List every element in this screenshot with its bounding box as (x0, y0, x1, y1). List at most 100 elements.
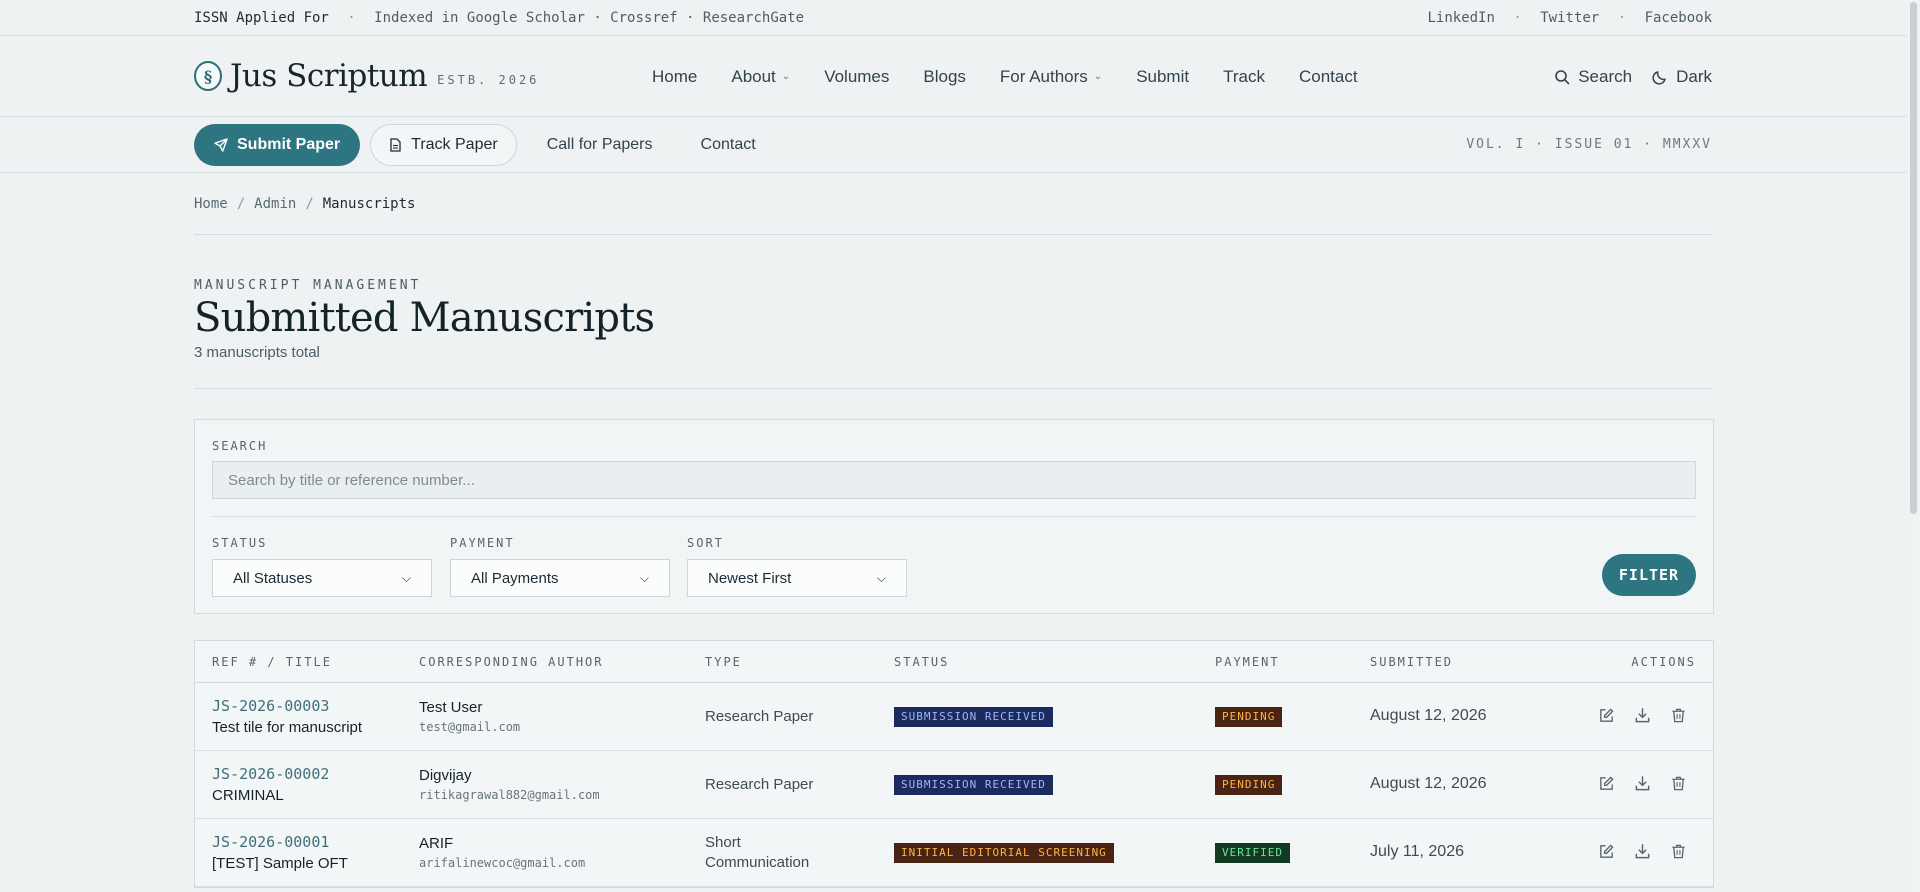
table-row[interactable]: JS-2026-00001 [TEST] Sample OFT ARIF arifal… (195, 819, 1713, 887)
action-bar: Submit Paper Track Paper Call for Papers… (0, 117, 1920, 173)
delete-icon[interactable] (1670, 707, 1689, 726)
payment-select[interactable]: All Payments ⌵ (450, 559, 670, 597)
delete-icon[interactable] (1670, 843, 1689, 862)
track-paper-button[interactable]: Track Paper (370, 123, 517, 166)
search-button[interactable]: Search (1554, 67, 1632, 87)
table-row[interactable]: JS-2026-00002 CRIMINAL Digvijay ritikagrawa… (195, 751, 1713, 819)
submitted-date: July 11, 2026 (1370, 843, 1464, 860)
table-body: JS-2026-00003 Test tile for manuscript Tes… (195, 683, 1713, 887)
chevron-down-icon: ⌵ (401, 570, 411, 585)
logo-name: Jus Scriptum (230, 58, 428, 94)
status-label: STATUS (212, 536, 268, 550)
table-row[interactable]: JS-2026-00003 Test tile for manuscript Tes… (195, 683, 1713, 751)
column-header-submitted: SUBMITTED (1370, 655, 1454, 669)
manuscript-type: Research Paper (705, 708, 814, 725)
chevron-down-icon: ⌵ (876, 570, 886, 585)
row-actions (1598, 843, 1689, 862)
row-actions (1598, 707, 1689, 726)
social-link-linkedin[interactable]: LinkedIn (1427, 10, 1494, 26)
table-header: REF # / TITLE CORRESPONDING AUTHOR TYPE … (195, 641, 1713, 683)
column-header-status: STATUS (894, 655, 950, 669)
status-badge: SUBMISSION RECEIVED (894, 775, 1053, 795)
nav-item-home[interactable]: Home (652, 67, 697, 87)
column-header-ref: REF # / TITLE (212, 655, 332, 669)
author-name: Digvijay (419, 767, 472, 784)
submitted-date: August 12, 2026 (1370, 707, 1487, 724)
breadcrumb: Home / Admin / Manuscripts (194, 173, 1712, 235)
nav-item-submit[interactable]: Submit (1136, 67, 1189, 87)
manuscript-ref[interactable]: JS-2026-00001 (212, 833, 329, 851)
indexed-text: Indexed in Google Scholar · Crossref · R… (374, 9, 805, 26)
nav-item-for-authors[interactable]: For Authors ⌄ (1000, 67, 1102, 87)
page-scrollbar[interactable] (1907, 0, 1920, 892)
author-name: Test User (419, 699, 483, 716)
download-icon[interactable] (1634, 843, 1653, 862)
chevron-down-icon: ⌵ (639, 570, 649, 585)
breadcrumb-home[interactable]: Home (194, 196, 228, 212)
social-link-twitter[interactable]: Twitter (1540, 10, 1599, 26)
author-email: test@gmail.com (419, 720, 521, 734)
download-icon[interactable] (1634, 775, 1653, 794)
header-tools: Search Dark (1554, 36, 1712, 117)
nav-item-contact[interactable]: Contact (1299, 67, 1358, 87)
page-title: Submitted Manuscripts (194, 295, 655, 341)
search-input[interactable] (212, 461, 1696, 499)
author-email: arifalinewcoc@gmail.com (419, 856, 586, 870)
logo-emblem-icon: § (194, 61, 222, 91)
main-nav: Home About ⌄ Volumes Blogs For Authors ⌄ S… (652, 36, 1358, 117)
chevron-down-icon: ⌄ (781, 71, 791, 82)
volume-info: VOL. I · ISSUE 01 · MMXXV (1466, 137, 1712, 152)
sort-label: SORT (687, 536, 724, 550)
payment-label: PAYMENT (450, 536, 515, 550)
search-label: SEARCH (212, 439, 268, 453)
submitted-date: August 12, 2026 (1370, 775, 1487, 792)
search-icon (1555, 69, 1570, 84)
nav-item-about[interactable]: About ⌄ (731, 67, 790, 87)
top-info-bar: ISSN Applied For · Indexed in Google Sch… (0, 0, 1920, 36)
manuscript-ref[interactable]: JS-2026-00003 (212, 697, 329, 715)
column-header-actions: ACTIONS (1631, 655, 1696, 669)
social-link-facebook[interactable]: Facebook (1645, 10, 1712, 26)
status-badge: INITIAL EDITORIAL SCREENING (894, 843, 1114, 863)
site-logo[interactable]: § Jus Scriptum ESTB. 2026 (194, 58, 539, 94)
manuscript-ref[interactable]: JS-2026-00002 (212, 765, 329, 783)
column-header-author: CORRESPONDING AUTHOR (419, 655, 604, 669)
nav-item-volumes[interactable]: Volumes (824, 67, 889, 87)
manuscript-type: Short Communication (705, 834, 810, 871)
document-icon (390, 137, 401, 152)
row-actions (1598, 775, 1689, 794)
sort-select[interactable]: Newest First ⌵ (687, 559, 907, 597)
page-eyebrow: MANUSCRIPT MANAGEMENT (194, 278, 422, 293)
payment-badge: PENDING (1215, 775, 1283, 795)
delete-icon[interactable] (1670, 775, 1689, 794)
send-icon (214, 137, 228, 152)
nav-item-track[interactable]: Track (1223, 67, 1265, 87)
payment-badge: PENDING (1215, 707, 1283, 727)
scrollbar-thumb[interactable] (1910, 2, 1917, 514)
filter-divider (212, 516, 1696, 517)
edit-icon[interactable] (1598, 707, 1617, 726)
filter-button[interactable]: FILTER (1602, 554, 1696, 596)
submit-paper-button[interactable]: Submit Paper (194, 123, 361, 166)
call-for-papers-link[interactable]: Call for Papers (547, 136, 653, 154)
manuscripts-table: REF # / TITLE CORRESPONDING AUTHOR TYPE … (194, 640, 1714, 888)
breadcrumb-current: Manuscripts (322, 195, 416, 212)
status-badge: SUBMISSION RECEIVED (894, 707, 1053, 727)
breadcrumb-admin[interactable]: Admin (254, 196, 296, 212)
top-info-left: ISSN Applied For · Indexed in Google Sch… (194, 9, 805, 26)
theme-toggle-button[interactable]: Dark (1652, 67, 1712, 87)
page-heading: MANUSCRIPT MANAGEMENT Submitted Manuscri… (194, 235, 1712, 389)
contact-link[interactable]: Contact (701, 136, 756, 154)
status-select[interactable]: All Statuses ⌵ (212, 559, 432, 597)
edit-icon[interactable] (1598, 843, 1617, 862)
filter-panel: SEARCH STATUS All Statuses ⌵ PAYMENT All… (194, 419, 1714, 614)
page-subtitle: 3 manuscripts total (194, 344, 320, 361)
edit-icon[interactable] (1598, 775, 1617, 794)
manuscript-type: Research Paper (705, 776, 814, 793)
chevron-down-icon: ⌄ (1093, 71, 1103, 82)
issn-text: ISSN Applied For (194, 9, 329, 26)
nav-item-blogs[interactable]: Blogs (923, 67, 966, 87)
download-icon[interactable] (1634, 707, 1653, 726)
site-header: § Jus Scriptum ESTB. 2026 Home About ⌄ Vo… (0, 36, 1920, 117)
column-header-type: TYPE (705, 655, 742, 669)
